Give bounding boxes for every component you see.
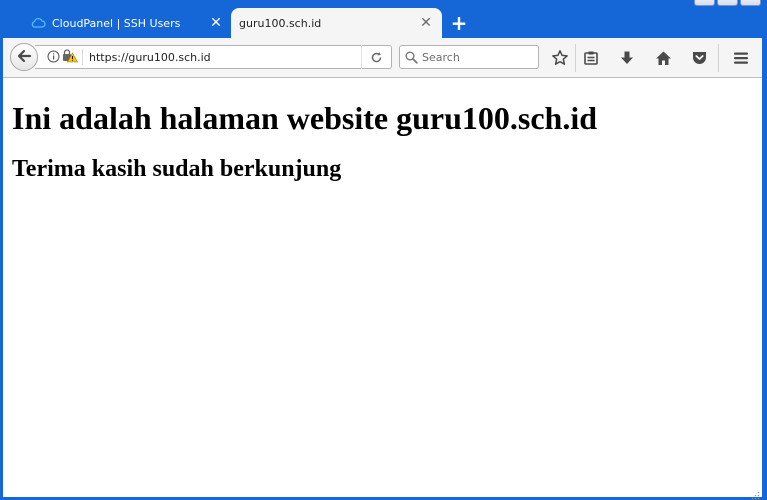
tab-strip: CloudPanel | SSH Users ✕ guru100.sch.id … <box>0 0 767 38</box>
tab-guru100[interactable]: guru100.sch.id ✕ <box>231 8 442 38</box>
page-subheading: Terima kasih sudah berkunjung <box>12 156 342 182</box>
close-tab-icon[interactable]: ✕ <box>418 15 434 31</box>
site-identity[interactable] <box>35 48 83 67</box>
download-icon[interactable] <box>615 46 639 70</box>
back-arrow-icon <box>16 48 32 67</box>
cloud-icon <box>30 15 46 31</box>
reload-icon[interactable] <box>361 45 391 69</box>
navigation-toolbar: https://guru100.sch.id <box>3 38 762 78</box>
new-tab-button[interactable]: + <box>448 12 470 34</box>
tab-title: CloudPanel | SSH Users <box>52 16 181 30</box>
close-tab-icon[interactable]: ✕ <box>208 15 224 31</box>
page-content: Ini adalah halaman website guru100.sch.i… <box>3 78 762 500</box>
tab-cloudpanel[interactable]: CloudPanel | SSH Users ✕ <box>18 8 232 38</box>
toolbar-separator <box>575 44 576 72</box>
pocket-icon[interactable] <box>687 46 711 70</box>
resize-grip-icon[interactable] <box>750 485 760 500</box>
menu-icon[interactable] <box>729 46 753 70</box>
home-icon[interactable] <box>651 46 675 70</box>
search-icon <box>400 51 422 64</box>
tab-title: guru100.sch.id <box>239 16 322 30</box>
url-bar[interactable]: https://guru100.sch.id <box>35 45 392 69</box>
toolbar-separator <box>718 44 719 72</box>
browser-window: CloudPanel | SSH Users ✕ guru100.sch.id … <box>0 0 767 500</box>
insecure-lock-warning-icon[interactable] <box>62 48 79 67</box>
page-heading: Ini adalah halaman website guru100.sch.i… <box>12 100 598 136</box>
info-icon[interactable] <box>47 48 60 67</box>
reading-list-icon[interactable] <box>579 46 603 70</box>
search-input[interactable] <box>422 50 532 64</box>
search-bar[interactable] <box>399 45 539 69</box>
url-text[interactable]: https://guru100.sch.id <box>83 51 361 64</box>
back-button[interactable] <box>10 43 38 71</box>
bookmark-star-icon[interactable] <box>548 46 572 70</box>
